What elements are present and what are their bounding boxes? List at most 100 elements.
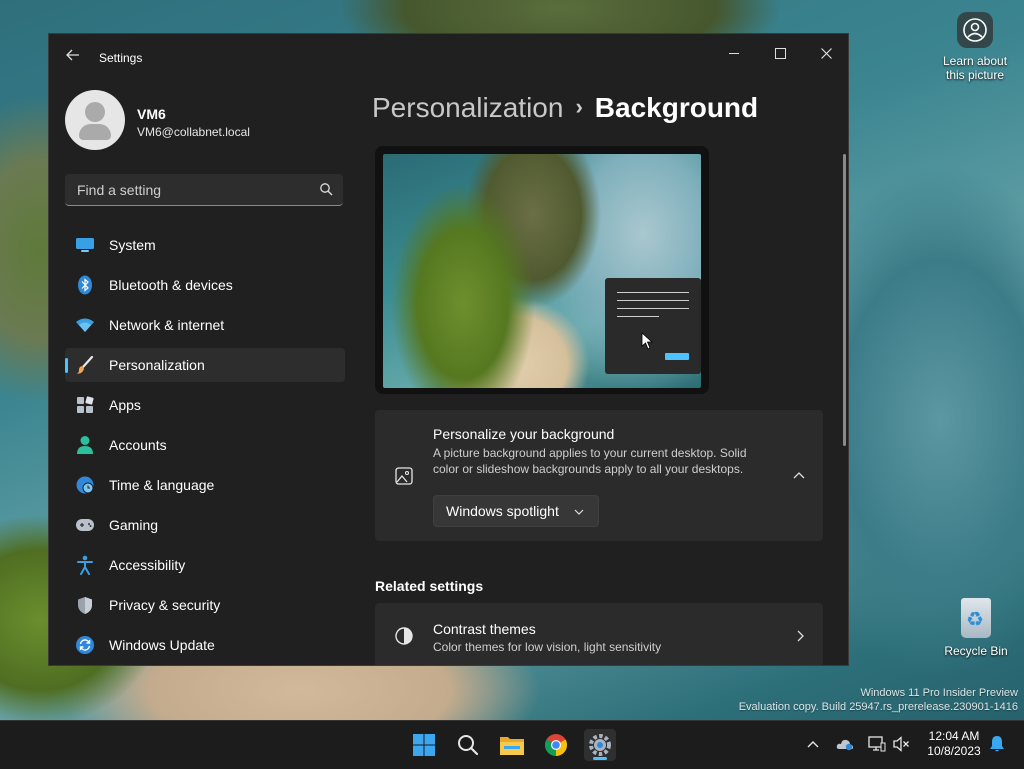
personalize-description: A picture background applies to your cur… xyxy=(433,446,747,476)
network-tray-icon[interactable] xyxy=(868,735,886,753)
sidebar-item-label: Windows Update xyxy=(109,637,215,653)
learn-about-picture-label: Learn about this picture xyxy=(942,54,1008,82)
contrast-themes-card[interactable]: Contrast themes Color themes for low vis… xyxy=(375,603,823,665)
sidebar-item-label: System xyxy=(109,237,156,253)
personalize-title: Personalize your background xyxy=(433,426,615,442)
title-bar: Settings xyxy=(49,34,848,82)
shield-icon xyxy=(75,595,95,615)
accessibility-icon xyxy=(75,555,95,575)
page-title: Background xyxy=(594,92,759,123)
onedrive-tray-icon[interactable] xyxy=(836,735,854,753)
recycle-bin-label: Recycle Bin xyxy=(944,644,1008,658)
watermark-line-1: Windows 11 Pro Insider Preview xyxy=(860,687,1018,699)
contrast-icon xyxy=(395,627,413,645)
preview-window xyxy=(605,278,701,374)
gamepad-icon xyxy=(75,515,95,535)
learn-about-picture-icon[interactable]: Learn about this picture xyxy=(940,12,1010,82)
sidebar-item-apps[interactable]: Apps xyxy=(65,388,345,422)
wifi-icon xyxy=(75,315,95,335)
show-hidden-icons-button[interactable] xyxy=(804,735,822,753)
sidebar-item-label: Network & internet xyxy=(109,317,225,333)
maximize-button[interactable] xyxy=(757,38,803,68)
background-preview xyxy=(375,146,709,394)
sidebar-nav: System Bluetooth & devices Network & int… xyxy=(65,228,345,665)
chevron-down-icon xyxy=(574,509,584,515)
settings-window: Settings VM6 VM6@collabnet.local System … xyxy=(48,33,849,666)
watermark-line-2: Evaluation copy. Build 25947.rs_prerelea… xyxy=(738,701,1018,713)
cursor-icon xyxy=(641,332,653,350)
avatar xyxy=(65,90,125,150)
sidebar-item-label: Time & language xyxy=(109,477,215,493)
sidebar-item-label: Apps xyxy=(109,397,141,413)
minimize-icon xyxy=(729,52,739,54)
breadcrumb-parent[interactable]: Personalization xyxy=(372,92,563,123)
back-arrow-icon[interactable] xyxy=(63,48,83,68)
camera-icon xyxy=(957,12,993,48)
background-type-dropdown[interactable]: Windows spotlight xyxy=(433,495,599,527)
chevron-right-icon xyxy=(797,630,804,642)
sidebar-item-accessibility[interactable]: Accessibility xyxy=(65,548,345,582)
start-button[interactable] xyxy=(408,729,440,761)
sidebar-item-label: Accessibility xyxy=(109,557,186,573)
sidebar-item-time-language[interactable]: Time & language xyxy=(65,468,345,502)
brush-icon xyxy=(75,355,95,375)
globe-clock-icon xyxy=(75,475,95,495)
search-box[interactable] xyxy=(65,174,343,206)
bluetooth-icon xyxy=(75,275,95,295)
sidebar-item-personalization[interactable]: Personalization xyxy=(65,348,345,382)
active-indicator xyxy=(593,757,607,760)
preview-wallpaper xyxy=(383,154,701,388)
recycle-bin-icon[interactable]: Recycle Bin xyxy=(944,598,1008,658)
sidebar-item-gaming[interactable]: Gaming xyxy=(65,508,345,542)
sidebar-item-windows-update[interactable]: Windows Update xyxy=(65,628,345,662)
update-icon xyxy=(75,635,95,655)
clock-time: 12:04 AM xyxy=(928,729,980,743)
picture-icon xyxy=(395,467,413,485)
clock-date: 10/8/2023 xyxy=(927,744,981,758)
search-input[interactable] xyxy=(75,174,309,206)
windows-watermark: Windows 11 Pro Insider Preview Evaluatio… xyxy=(739,686,1018,714)
maximize-icon xyxy=(774,47,786,59)
close-icon xyxy=(820,47,832,59)
scrollbar[interactable] xyxy=(843,154,846,446)
windows-logo-icon xyxy=(413,734,435,756)
chrome-button[interactable] xyxy=(540,729,572,761)
dropdown-value: Windows spotlight xyxy=(446,503,559,519)
chevron-up-icon[interactable] xyxy=(793,470,805,482)
sidebar-item-privacy-security[interactable]: Privacy & security xyxy=(65,588,345,622)
apps-icon xyxy=(75,395,95,415)
search-icon xyxy=(458,735,479,756)
search-icon[interactable] xyxy=(319,182,333,196)
chevron-up-icon xyxy=(807,741,819,748)
sidebar-item-network[interactable]: Network & internet xyxy=(65,308,345,342)
system-clock[interactable]: 12:04 AM 10/8/2023 xyxy=(918,729,990,759)
breadcrumb: Personalization › Background xyxy=(372,92,758,124)
notifications-bell-icon[interactable] xyxy=(988,735,1006,753)
user-email: VM6@collabnet.local xyxy=(137,125,250,139)
sidebar-item-label: Bluetooth & devices xyxy=(109,277,233,293)
sidebar-item-system[interactable]: System xyxy=(65,228,345,262)
personalize-background-card[interactable]: Personalize your background A picture ba… xyxy=(375,410,823,541)
close-button[interactable] xyxy=(803,38,848,68)
file-explorer-button[interactable] xyxy=(496,729,528,761)
window-title: Settings xyxy=(99,51,143,65)
recycle-bin-graphic xyxy=(961,598,991,638)
sidebar-item-bluetooth[interactable]: Bluetooth & devices xyxy=(65,268,345,302)
taskbar: 12:04 AM 10/8/2023 xyxy=(0,720,1024,769)
settings-taskbar-button[interactable] xyxy=(584,729,616,761)
breadcrumb-separator: › xyxy=(575,94,583,119)
sidebar-item-accounts[interactable]: Accounts xyxy=(65,428,345,462)
sidebar-item-label: Privacy & security xyxy=(109,597,221,613)
chrome-icon xyxy=(545,734,567,756)
sidebar-item-label: Gaming xyxy=(109,517,159,533)
user-profile[interactable]: VM6 VM6@collabnet.local xyxy=(65,90,345,152)
minimize-button[interactable] xyxy=(711,38,757,68)
sidebar-item-label: Personalization xyxy=(109,357,205,373)
file-explorer-icon xyxy=(500,737,524,755)
sidebar-item-label: Accounts xyxy=(109,437,167,453)
volume-muted-icon[interactable] xyxy=(892,735,910,753)
settings-icon xyxy=(589,734,611,756)
taskbar-search-button[interactable] xyxy=(452,729,484,761)
system-icon xyxy=(75,235,95,255)
contrast-themes-description: Color themes for low vision, light sensi… xyxy=(433,640,662,654)
